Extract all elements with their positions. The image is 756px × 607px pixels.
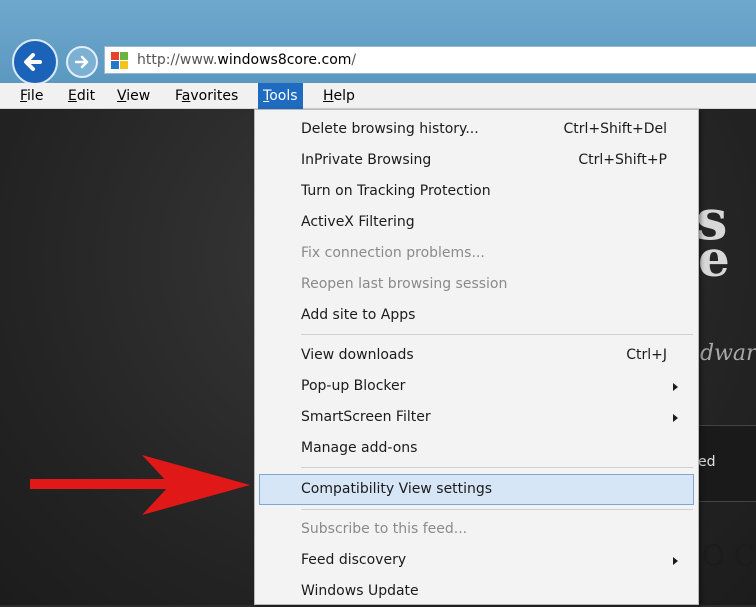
menu-item-tracking-protection[interactable]: Turn on Tracking Protection [259,176,694,207]
menu-tools[interactable]: Tools [258,83,303,109]
arrow-left-icon [24,53,42,71]
menu-item-subscribe-feed: Subscribe to this feed... [301,521,468,537]
menu-item-add-site-to-apps[interactable]: Add site to Apps [259,300,694,331]
menu-separator [301,509,693,510]
menu-file[interactable]: File [15,83,48,109]
address-bar[interactable]: http://www.windows8core.com/ [104,46,756,74]
menu-item-delete-browsing-history[interactable]: Delete browsing history... Ctrl+Shift+Del [259,114,694,145]
menu-item-compatibility-view-settings[interactable]: Compatibility View settings [259,474,694,505]
page-tagline-fragment: dwar [700,341,756,366]
back-button[interactable] [12,39,58,85]
menu-item-manage-addons[interactable]: Manage add-ons [259,433,694,464]
menu-item-smartscreen-filter[interactable]: SmartScreen Filter [259,402,694,433]
menu-separator [301,334,693,335]
menu-item-feed-discovery[interactable]: Feed discovery [259,545,694,576]
menu-item-fix-connection: Fix connection problems... [301,245,485,261]
menu-edit[interactable]: Edit [63,83,100,109]
tools-dropdown-menu: Delete browsing history... Ctrl+Shift+Del… [254,109,699,605]
menu-item-reopen-session: Reopen last browsing session [301,276,508,292]
page-nav-strip: ed [690,425,756,502]
menu-item-popup-blocker[interactable]: Pop-up Blocker [259,371,694,402]
menu-item-activex-filtering[interactable]: ActiveX Filtering [259,207,694,238]
arrow-right-icon [74,55,89,69]
menu-bar: File Edit View Favorites Tools Help [0,83,756,109]
submenu-arrow-icon [673,383,678,391]
menu-favorites[interactable]: Favorites [170,83,243,109]
shortcut-label: Ctrl+J [626,347,667,363]
menu-item-windows-update[interactable]: Windows Update [259,576,694,607]
shortcut-label: Ctrl+Shift+P [578,152,667,168]
menu-view[interactable]: View [112,83,155,109]
page-bottom-fragment: O C [702,539,756,572]
submenu-arrow-icon [673,557,678,565]
browser-titlebar: http://www.windows8core.com/ [0,0,756,85]
page-nav-fragment: ed [698,454,716,470]
menu-item-view-downloads[interactable]: View downloads Ctrl+J [259,340,694,371]
page-logo-fragment-2: e [698,229,730,288]
menu-separator [301,467,693,468]
forward-button[interactable] [66,46,98,78]
red-arrow-annotation-icon [30,455,250,515]
shortcut-label: Ctrl+Shift+Del [563,121,667,137]
menu-item-inprivate-browsing[interactable]: InPrivate Browsing Ctrl+Shift+P [259,145,694,176]
menu-help[interactable]: Help [318,83,360,109]
site-favicon-icon [111,52,128,69]
url-text: http://www.windows8core.com/ [137,52,357,68]
submenu-arrow-icon [673,414,678,422]
